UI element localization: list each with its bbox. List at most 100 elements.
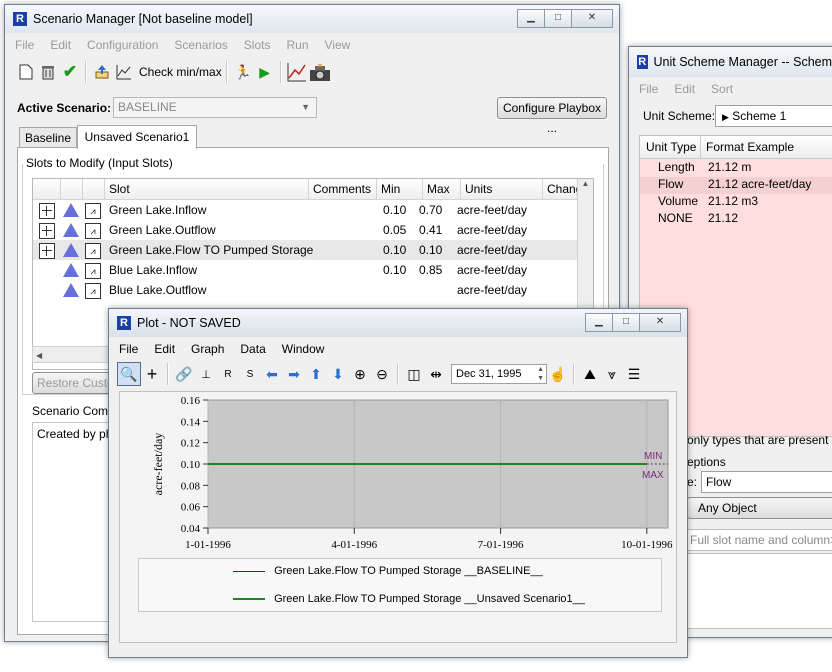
col-format-example[interactable]: Format Example: [706, 140, 794, 154]
table-row[interactable]: ⩘ Blue Lake.Outflow acre-feet/day: [33, 280, 577, 300]
unit-type: Flow: [658, 177, 684, 191]
camera-icon[interactable]: [308, 61, 330, 83]
slots-table-header: Slot Comments Min Max Units Change: [33, 179, 593, 200]
cursor-icon[interactable]: ☝: [547, 363, 569, 385]
col-max[interactable]: Max: [423, 179, 461, 199]
axis-s-icon[interactable]: S: [239, 363, 261, 385]
spinner-icon[interactable]: ▲ ▼: [537, 365, 544, 383]
flow-select[interactable]: Flow: [701, 471, 832, 493]
trash-icon[interactable]: [37, 61, 59, 83]
slot-name-input[interactable]: Full slot name and column>: [687, 529, 832, 551]
menu-view[interactable]: View: [325, 38, 351, 52]
arrow-left-icon[interactable]: ⬅: [261, 363, 283, 385]
unit-row[interactable]: Flow 21.12 acre-feet/day: [640, 177, 832, 194]
menu-run[interactable]: Run: [286, 38, 308, 52]
plot-titlebar[interactable]: R Plot - NOT SAVED ▁ □ ✕: [109, 309, 687, 337]
unit-row[interactable]: NONE 21.12: [640, 211, 832, 228]
horizontal-scrollbar[interactable]: ◀: [32, 346, 114, 363]
sparkline-icon: ⩘: [85, 263, 101, 279]
unit-scheme-titlebar[interactable]: R Unit Scheme Manager -- Scheme: [629, 47, 832, 77]
arrow-right-icon[interactable]: ➡: [283, 363, 305, 385]
split-icon[interactable]: ◫: [403, 363, 425, 385]
menu-scenarios[interactable]: Scenarios: [174, 38, 227, 52]
y-tick-label: 0.12: [181, 438, 200, 450]
menu-sort[interactable]: Sort: [711, 82, 733, 96]
slot-name: Blue Lake.Outflow: [109, 283, 207, 297]
chart-icon[interactable]: [113, 61, 135, 83]
scroll-left-icon[interactable]: ◀: [36, 351, 42, 360]
close-icon[interactable]: ✕: [571, 9, 613, 28]
crosshair-icon[interactable]: +: [141, 363, 163, 385]
col-unit-type[interactable]: Unit Type: [646, 140, 696, 154]
expand-icon[interactable]: [39, 243, 55, 259]
legend-item-scenario[interactable]: Green Lake.Flow TO Pumped Storage __Unsa…: [233, 593, 585, 605]
col-comments[interactable]: Comments: [309, 179, 377, 199]
menu-edit[interactable]: Edit: [674, 82, 695, 96]
unit-scheme-select[interactable]: ▶ Scheme 1: [715, 105, 832, 127]
zoom-out-icon[interactable]: ⊖: [371, 363, 393, 385]
expand-icon[interactable]: [39, 223, 55, 239]
menu-window[interactable]: Window: [282, 342, 325, 356]
menu-file[interactable]: File: [15, 38, 34, 52]
new-icon[interactable]: [15, 61, 37, 83]
arrow-up-icon[interactable]: ⬆: [305, 363, 327, 385]
run-figure-icon[interactable]: 🏃: [232, 61, 254, 83]
y-tick-label: 0.08: [181, 480, 201, 492]
menu-configuration[interactable]: Configuration: [87, 38, 158, 52]
unit-row[interactable]: Volume 21.12 m3: [640, 194, 832, 211]
zoom-in-icon[interactable]: ⊕: [349, 363, 371, 385]
play-icon[interactable]: ▶: [254, 61, 276, 83]
y-axis-label: acre-feet/day: [151, 433, 165, 496]
configure-playbox-button[interactable]: Configure Playbox ...: [497, 97, 607, 135]
menu-file[interactable]: File: [639, 82, 658, 96]
table-row[interactable]: ⩘ Blue Lake.Inflow 0.10 0.85 acre-feet/day: [33, 260, 577, 280]
arrow-down-icon[interactable]: ⬇: [327, 363, 349, 385]
scenario-manager-titlebar[interactable]: R Scenario Manager [Not baseline model] …: [5, 5, 619, 33]
date-field[interactable]: Dec 31, 1995 ▲ ▼: [451, 364, 547, 384]
tab-unsaved-scenario[interactable]: Unsaved Scenario1: [77, 125, 197, 149]
legend-item-baseline[interactable]: Green Lake.Flow TO Pumped Storage __BASE…: [233, 565, 543, 577]
menu-graph[interactable]: Graph: [191, 342, 224, 356]
axis-x-icon[interactable]: ⊥: [195, 363, 217, 385]
expand-icon[interactable]: [39, 203, 55, 219]
table-row[interactable]: ⩘ Green Lake.Flow TO Pumped Storage 0.10 0.…: [33, 240, 577, 260]
link-icon[interactable]: 🔗: [173, 363, 195, 385]
col-min[interactable]: Min: [377, 179, 423, 199]
maximize-icon[interactable]: □: [612, 313, 640, 332]
fit-icon[interactable]: ⇹: [425, 363, 447, 385]
unit-list-area[interactable]: [687, 553, 832, 629]
table-row[interactable]: ⩘ Green Lake.Inflow 0.10 0.70 acre-feet/day: [33, 200, 577, 220]
menu-data[interactable]: Data: [240, 342, 265, 356]
col-units[interactable]: Units: [461, 179, 543, 199]
active-scenario-select[interactable]: BASELINE ▼: [113, 97, 317, 118]
valley-icon[interactable]: ⩔: [601, 363, 623, 385]
close-icon[interactable]: ✕: [639, 313, 681, 332]
table-row[interactable]: ⩘ Green Lake.Outflow 0.05 0.41 acre-feet/day: [33, 220, 577, 240]
menu-edit[interactable]: Edit: [50, 38, 71, 52]
list-icon[interactable]: ☰: [623, 363, 645, 385]
maximize-icon[interactable]: □: [544, 9, 572, 28]
zoom-icon[interactable]: 🔍: [117, 362, 141, 386]
minimize-icon[interactable]: ▁: [517, 9, 545, 28]
legend-swatch-baseline: [233, 570, 265, 572]
col-slot[interactable]: Slot: [105, 179, 309, 199]
minimize-icon[interactable]: ▁: [585, 313, 613, 332]
y-tick-label: 0.16: [181, 395, 201, 407]
unit-row[interactable]: Length 21.12 m: [640, 160, 832, 177]
scroll-up-icon[interactable]: ▲: [578, 179, 593, 188]
unit-example: 21.12 m3: [708, 194, 759, 208]
peak-icon[interactable]: ⛰: [579, 363, 601, 385]
axis-r-icon[interactable]: R: [217, 363, 239, 385]
window-controls: ▁ □ ✕: [517, 9, 613, 28]
any-object-button[interactable]: Any Object: [687, 497, 832, 519]
checkmark-icon[interactable]: ✔: [59, 61, 81, 83]
slot-units: acre-feet/day: [457, 243, 528, 257]
check-min-max-button[interactable]: Check min/max: [139, 65, 222, 79]
menu-slots[interactable]: Slots: [244, 38, 271, 52]
menu-file[interactable]: File: [119, 342, 138, 356]
export-icon[interactable]: [91, 61, 113, 83]
chart-svg[interactable]: 1-01-1996 4-01-1996 7-01-1996 10-01-1996 0.1…: [120, 392, 676, 562]
graph-red-icon[interactable]: [286, 61, 308, 83]
tab-baseline[interactable]: Baseline: [19, 127, 77, 148]
menu-edit[interactable]: Edit: [154, 342, 175, 356]
